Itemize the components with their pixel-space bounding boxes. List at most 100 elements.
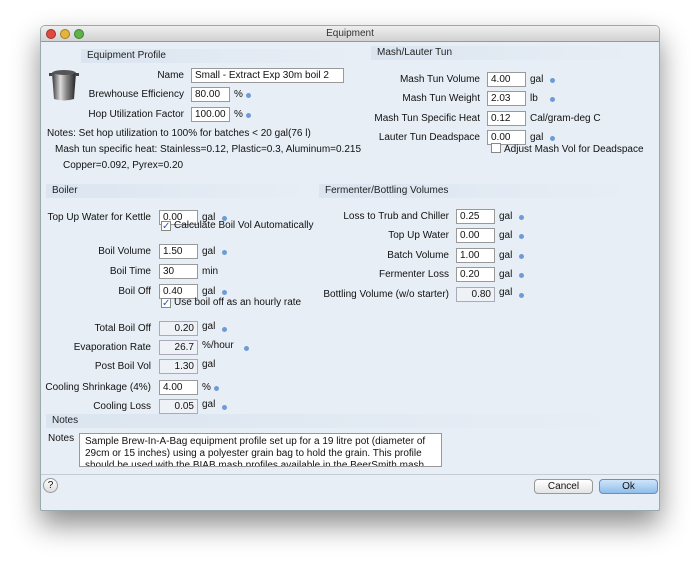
hop-input[interactable]: 100.00: [191, 107, 230, 122]
mash-row-2-unit: Cal/gram-deg C: [530, 113, 601, 124]
checkbox-icon[interactable]: ✓: [161, 298, 171, 309]
coolloss-input: 0.05: [159, 399, 198, 414]
calc-boil-vol-checkbox[interactable]: ✓ Calculate Boil Vol Automatically: [161, 219, 314, 233]
info-dot-icon[interactable]: [244, 346, 249, 351]
ferm-row-3-unit: gal: [499, 269, 513, 280]
boiltime-input[interactable]: 30: [159, 264, 198, 279]
evap-label: Evaporation Rate: [73, 342, 151, 353]
divider: [41, 474, 659, 475]
boiltime-label: Boil Time: [109, 266, 151, 277]
info-dot-icon[interactable]: [214, 386, 219, 391]
pot-icon: [49, 70, 79, 101]
coolloss-label: Cooling Loss: [93, 401, 151, 412]
info-dot-icon[interactable]: [519, 293, 524, 298]
checkbox-icon[interactable]: [491, 143, 501, 153]
fermenter-header: Fermenter/Bottling Volumes: [319, 184, 641, 198]
close-button[interactable]: [46, 29, 56, 39]
mash-row-0-unit: gal: [530, 74, 544, 85]
adjust-mash-checkbox[interactable]: Adjust Mash Vol for Deadspace: [491, 143, 644, 157]
ferm-row-1-input[interactable]: 0.00: [456, 228, 495, 243]
mash-row-1-input[interactable]: 2.03: [487, 91, 526, 106]
checkbox-icon[interactable]: ✓: [161, 221, 171, 232]
notes-label: Notes: [48, 433, 75, 444]
ferm-row-0-label: Loss to Trub and Chiller: [343, 211, 449, 222]
efficiency-unit: %: [234, 89, 243, 100]
ok-button[interactable]: Ok: [599, 479, 658, 494]
info-dot-icon[interactable]: [246, 93, 251, 98]
notes-textarea[interactable]: Sample Brew-In-A-Bag equipment profile s…: [79, 433, 442, 467]
window-title: Equipment: [326, 28, 374, 39]
minimize-button[interactable]: [60, 29, 70, 39]
mash-row-0-input[interactable]: 4.00: [487, 72, 526, 87]
boilvol-label: Boil Volume: [98, 246, 151, 257]
hop-label: Hop Utilization Factor: [88, 109, 184, 120]
efficiency-label: Brewhouse Efficiency: [88, 89, 184, 100]
boilvol-unit: gal: [202, 246, 216, 257]
boilvol-input[interactable]: 1.50: [159, 244, 198, 259]
ferm-row-3-label: Fermenter Loss: [378, 269, 449, 280]
post-unit: gal: [202, 359, 216, 370]
post-label: Post Boil Vol: [94, 361, 151, 372]
info-dot-icon[interactable]: [222, 327, 227, 332]
ferm-row-2-label: Batch Volume: [387, 250, 449, 261]
efficiency-input[interactable]: 80.00: [191, 87, 230, 102]
mash-header: Mash/Lauter Tun: [371, 46, 641, 60]
info-dot-icon[interactable]: [246, 113, 251, 118]
mash-row-2-label: Mash Tun Specific Heat: [374, 113, 480, 124]
ferm-row-2-unit: gal: [499, 250, 513, 261]
evap-input: 26.7: [159, 340, 198, 355]
info-dot-icon[interactable]: [519, 215, 524, 220]
mash-row-1-unit: lb: [530, 93, 538, 104]
total-unit: gal: [202, 321, 216, 332]
ferm-row-3-input[interactable]: 0.20: [456, 267, 495, 282]
shrink-input[interactable]: 4.00: [159, 380, 198, 395]
info-dot-icon[interactable]: [222, 405, 227, 410]
mash-row-2-input[interactable]: 0.12: [487, 111, 526, 126]
help-button[interactable]: ?: [43, 478, 58, 493]
hourly-rate-checkbox[interactable]: ✓ Use boil off as an hourly rate: [161, 296, 301, 310]
total-label: Total Boil Off: [94, 323, 151, 334]
adjust-mash-label: Adjust Mash Vol for Deadspace: [504, 144, 644, 155]
name-input[interactable]: Small - Extract Exp 30m boil 2: [191, 68, 344, 83]
info-dot-icon[interactable]: [222, 290, 227, 295]
hourly-rate-label: Use boil off as an hourly rate: [174, 297, 302, 308]
zoom-button[interactable]: [74, 29, 84, 39]
note-specific-heat: Mash tun specific heat: Stainless=0.12, …: [55, 144, 362, 155]
calc-boil-vol-label: Calculate Boil Vol Automatically: [174, 220, 314, 231]
mash-row-1-label: Mash Tun Weight: [402, 93, 480, 104]
cancel-button[interactable]: Cancel: [534, 479, 593, 494]
equipment-profile-header: Equipment Profile: [81, 49, 361, 63]
coolloss-unit: gal: [202, 399, 216, 410]
boiltime-unit: min: [202, 266, 219, 277]
topup-label: Top Up Water for Kettle: [47, 212, 151, 223]
mash-row-3-label: Lauter Tun Deadspace: [378, 132, 480, 143]
ferm-row-1-label: Top Up Water: [388, 230, 449, 241]
evap-unit: %/hour: [202, 340, 234, 351]
mash-row-0-label: Mash Tun Volume: [399, 74, 480, 85]
shrink-label: Cooling Shrinkage (4%): [45, 382, 151, 393]
ferm-row-4-input: 0.80: [456, 287, 495, 302]
info-dot-icon[interactable]: [550, 136, 555, 141]
notes-header: Notes: [46, 414, 641, 428]
ferm-row-2-input[interactable]: 1.00: [456, 248, 495, 263]
note-hop: Notes: Set hop utilization to 100% for b…: [47, 128, 311, 139]
ferm-row-4-label: Bottling Volume (w/o starter): [323, 289, 449, 300]
boiler-header: Boiler: [46, 184, 316, 198]
shrink-unit: %: [202, 382, 211, 393]
equipment-window: Equipment Equipment Profile Name Small -…: [40, 25, 660, 511]
ferm-row-1-unit: gal: [499, 230, 513, 241]
title-bar: Equipment: [41, 26, 659, 42]
ferm-row-4-unit: gal: [499, 287, 513, 298]
info-dot-icon[interactable]: [550, 78, 555, 83]
hop-unit: %: [234, 109, 243, 120]
total-input: 0.20: [159, 321, 198, 336]
info-dot-icon[interactable]: [222, 250, 227, 255]
note-copper: Copper=0.092, Pyrex=0.20: [63, 160, 184, 171]
ferm-row-0-input[interactable]: 0.25: [456, 209, 495, 224]
info-dot-icon[interactable]: [519, 234, 524, 239]
post-input: 1.30: [159, 359, 198, 374]
info-dot-icon[interactable]: [519, 273, 524, 278]
info-dot-icon[interactable]: [519, 254, 524, 259]
boiloff-label: Boil Off: [118, 286, 151, 297]
info-dot-icon[interactable]: [550, 97, 555, 102]
